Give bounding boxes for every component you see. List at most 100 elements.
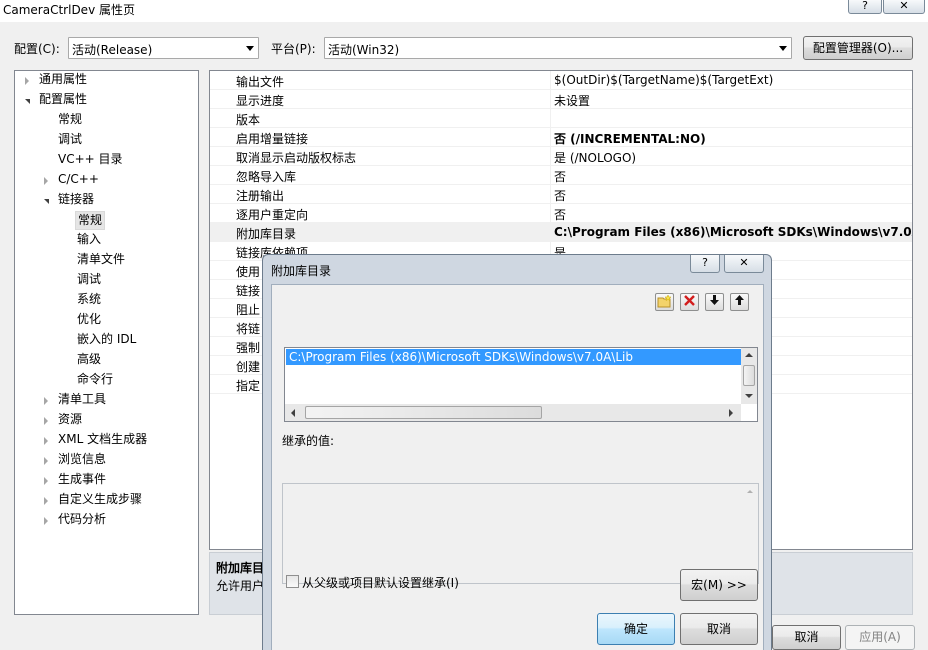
property-value: C:\Program Files (x86)\Microsoft SDKs\Wi… — [554, 225, 913, 239]
property-row[interactable]: 输出文件 $(OutDir)$(TargetName)$(TargetExt) — [210, 71, 912, 90]
tree-item-label: VC++ 目录 — [58, 152, 123, 166]
expand-arrow-icon[interactable] — [44, 199, 49, 204]
collapse-arrow-icon[interactable] — [44, 397, 48, 405]
tree-item[interactable]: 嵌入的 IDL — [15, 331, 198, 351]
tree-item[interactable]: 常规 — [15, 211, 198, 231]
tree-item[interactable]: 系统 — [15, 291, 198, 311]
tree-item-label: 清单工具 — [58, 392, 107, 406]
property-name: 强制 — [236, 341, 261, 355]
tree-item[interactable]: 资源 — [15, 411, 198, 431]
tree-item[interactable]: VC++ 目录 — [15, 151, 198, 171]
apply-button[interactable]: 应用(A) — [845, 625, 915, 650]
dialog-cancel-button[interactable]: 取消 — [680, 613, 758, 645]
tree-item[interactable]: 输入 — [15, 231, 198, 251]
scroll-up-icon[interactable] — [745, 353, 753, 357]
tree-item[interactable]: 代码分析 — [15, 511, 198, 531]
tree-item-label: 通用属性 — [39, 72, 88, 86]
list-hscrollbar[interactable] — [285, 404, 741, 421]
column-divider — [550, 128, 551, 147]
property-row[interactable]: 版本 — [210, 109, 912, 128]
collapse-arrow-icon[interactable] — [44, 417, 48, 425]
config-combo[interactable]: 活动(Release) — [68, 37, 259, 59]
property-row[interactable]: 逐用户重定向 否 — [210, 204, 912, 223]
tree-item[interactable]: 清单工具 — [15, 391, 198, 411]
property-row[interactable]: 显示进度 未设置 — [210, 90, 912, 109]
help-icon: ? — [862, 0, 868, 12]
property-name: 使用 — [236, 265, 261, 279]
property-value: 否 — [554, 208, 567, 222]
collapse-arrow-icon[interactable] — [25, 77, 29, 85]
inherit-checkbox-label: 从父级或项目默认设置继承(I) — [302, 576, 459, 590]
tree-item[interactable]: 通用属性 — [15, 71, 198, 91]
tree-item[interactable]: 调试 — [15, 271, 198, 291]
column-divider — [550, 223, 551, 242]
property-value: 否 — [554, 189, 567, 203]
scroll-right-icon[interactable] — [729, 409, 733, 417]
collapse-arrow-icon[interactable] — [44, 177, 48, 185]
collapse-arrow-icon[interactable] — [44, 497, 48, 505]
property-row[interactable]: 取消显示启动版权标志 是 (/NOLOGO) — [210, 147, 912, 166]
scroll-left-icon[interactable] — [291, 409, 295, 417]
config-value: 活动(Release) — [72, 43, 153, 57]
platform-value: 活动(Win32) — [328, 43, 400, 57]
inherit-checkbox[interactable] — [286, 575, 299, 588]
scroll-thumb[interactable] — [743, 365, 755, 386]
dialog-cancel-label: 取消 — [706, 622, 731, 636]
dialog-close-button[interactable]: ✕ — [724, 255, 764, 273]
tree-item-label: 清单文件 — [77, 252, 126, 266]
close-icon: ✕ — [899, 0, 909, 12]
tree-item-label: 输入 — [77, 232, 102, 246]
collapse-arrow-icon[interactable] — [44, 457, 48, 465]
ok-label: 确定 — [623, 622, 648, 636]
tree-item[interactable]: 自定义生成步骤 — [15, 491, 198, 511]
tree-item[interactable]: 链接器 — [15, 191, 198, 211]
tree-item[interactable]: 高级 — [15, 351, 198, 371]
collapse-arrow-icon[interactable] — [44, 437, 48, 445]
tree-item-label: 浏览信息 — [58, 452, 107, 466]
tree-item[interactable]: 调试 — [15, 131, 198, 151]
hscroll-thumb[interactable] — [305, 406, 542, 419]
help-button[interactable]: ? — [848, 0, 882, 14]
tree-item[interactable]: 配置属性 — [15, 91, 198, 111]
tree-item[interactable]: 浏览信息 — [15, 451, 198, 471]
list-item[interactable]: C:\Program Files (x86)\Microsoft SDKs\Wi… — [286, 349, 741, 365]
property-row[interactable]: 注册输出 否 — [210, 185, 912, 204]
move-up-button[interactable] — [730, 293, 749, 311]
property-row[interactable]: 附加库目录 C:\Program Files (x86)\Microsoft SD… — [210, 223, 912, 242]
config-manager-button[interactable]: 配置管理器(O)... — [803, 36, 913, 60]
list-vscrollbar[interactable] — [741, 348, 757, 404]
delete-line-button[interactable] — [680, 293, 699, 311]
directory-list[interactable]: C:\Program Files (x86)\Microsoft SDKs\Wi… — [284, 347, 758, 422]
property-name: 注册输出 — [236, 189, 285, 203]
platform-combo[interactable]: 活动(Win32) — [324, 37, 792, 59]
property-tree[interactable]: 通用属性 配置属性 常规 调试 VC++ 目录 C/C++ 链接器 常规 输入 清单文件 调试 系统优… — [14, 70, 199, 615]
property-row[interactable]: 启用增量链接 否 (/INCREMENTAL:NO) — [210, 128, 912, 147]
collapse-arrow-icon[interactable] — [44, 477, 48, 485]
scroll-up-icon — [747, 490, 753, 493]
move-down-button[interactable] — [705, 293, 724, 311]
tree-item[interactable]: 常规 — [15, 111, 198, 131]
macro-button[interactable]: 宏(M) >> — [680, 569, 758, 601]
property-name: 忽略导入库 — [236, 170, 297, 184]
ok-button[interactable]: 确定 — [597, 613, 675, 645]
tree-item[interactable]: XML 文档生成器 — [15, 431, 198, 451]
tree-item[interactable]: C/C++ — [15, 171, 198, 191]
property-row[interactable]: 忽略导入库 否 — [210, 166, 912, 185]
cancel-button[interactable]: 取消 — [772, 625, 841, 650]
scroll-down-icon[interactable] — [745, 394, 753, 398]
tree-item[interactable]: 清单文件 — [15, 251, 198, 271]
expand-arrow-icon[interactable] — [25, 99, 30, 104]
tree-item[interactable]: 优化 — [15, 311, 198, 331]
close-button[interactable]: ✕ — [883, 0, 925, 14]
tree-item[interactable]: 生成事件 — [15, 471, 198, 491]
description-title: 附加库目 — [216, 561, 265, 575]
dialog-help-button[interactable]: ? — [690, 255, 720, 273]
help-icon: ? — [702, 256, 708, 269]
new-line-button[interactable] — [655, 293, 674, 311]
window-title-bar: CameraCtrlDev 属性页 ? ✕ — [0, 0, 928, 22]
property-name: 创建 — [236, 360, 261, 374]
property-name: 将链 — [236, 322, 261, 336]
collapse-arrow-icon[interactable] — [44, 517, 48, 525]
tree-item[interactable]: 命令行 — [15, 371, 198, 391]
close-icon: ✕ — [739, 256, 749, 269]
